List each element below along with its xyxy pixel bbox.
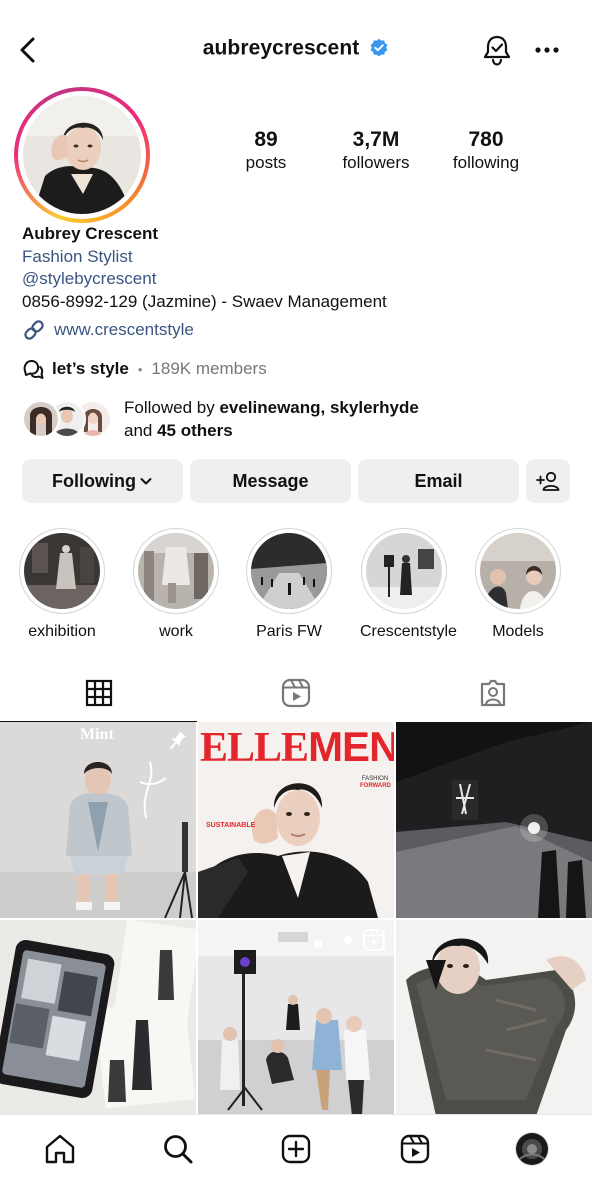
tab-reels[interactable] (197, 664, 394, 722)
post-overlay-text: Mint (80, 726, 114, 743)
magazine-badge-line2: FORWARD (360, 783, 391, 789)
link-icon (24, 320, 44, 340)
magazine-logo: ELLEMEN (200, 723, 394, 772)
message-button-label: Message (232, 470, 309, 491)
more-options-button[interactable] (533, 40, 563, 60)
highlight-label: work (159, 623, 193, 640)
nav-home[interactable] (40, 1129, 80, 1169)
posts-label: posts (245, 153, 287, 172)
magazine-badge-line1: FASHION (361, 776, 389, 782)
username-label: aubreycrescent (202, 36, 360, 60)
broadcast-channel[interactable]: let’s style • 189K members (22, 358, 267, 380)
story-highlight-exhibition[interactable]: exhibition (18, 528, 106, 641)
nav-reels[interactable] (395, 1129, 435, 1169)
home-icon (45, 1134, 75, 1164)
highlight-cover (138, 533, 214, 609)
separator-dot: • (137, 361, 143, 377)
followed-by-others: 45 others (157, 421, 233, 440)
reels-icon (400, 1134, 430, 1164)
chevron-down-icon (140, 478, 152, 485)
highlight-cover (251, 533, 327, 609)
post-thumbnail[interactable] (0, 920, 196, 1116)
story-highlight-models[interactable]: Models (474, 528, 562, 641)
email-button[interactable]: Email (358, 459, 519, 503)
plus-square-icon (281, 1134, 311, 1164)
bio-mention-link[interactable]: @stylebycrescent (22, 269, 156, 289)
mutual-followers[interactable]: Followed by evelinewang, skylerhyde and … (22, 396, 419, 442)
reel-indicator-icon (363, 929, 385, 951)
magazine-logo-men: MEN (308, 723, 394, 770)
email-button-label: Email (414, 470, 463, 491)
highlight-label: Models (492, 623, 544, 640)
profile-tabs (0, 664, 592, 722)
channel-members: 189K members (151, 359, 267, 378)
search-icon (164, 1135, 193, 1164)
profile-display-name: Aubrey Crescent (22, 224, 159, 243)
post-thumbnail[interactable] (396, 920, 592, 1116)
grid-icon (85, 679, 112, 707)
followers-label: followers (342, 153, 410, 172)
posts-stat[interactable]: 89 posts (211, 128, 321, 174)
posts-count: 89 (254, 128, 278, 151)
bell-icon (483, 35, 511, 66)
following-button[interactable]: Following (22, 459, 183, 503)
bottom-navigation (0, 1114, 592, 1201)
highlight-cover (366, 533, 442, 609)
channel-chat-icon (23, 360, 44, 379)
followed-by-and: and (124, 421, 158, 440)
profile-avatar-story-ring[interactable] (14, 87, 150, 223)
mutual-followers-text: Followed by evelinewang, skylerhyde and … (124, 396, 419, 442)
followers-stat[interactable]: 3,7M followers (321, 128, 431, 174)
following-label: following (452, 153, 520, 172)
following-count: 780 (468, 128, 504, 151)
website-link-text: www.crescentstyle (54, 320, 194, 339)
tagged-person-icon (480, 679, 505, 707)
highlight-label: Crescentstyle (360, 623, 457, 640)
bio-contact-text: 0856-8992-129 (Jazmine) - Swaev Manageme… (22, 292, 387, 311)
nav-search[interactable] (158, 1129, 198, 1169)
suggested-users-button[interactable] (526, 459, 570, 503)
followed-by-prefix: Followed by (124, 398, 220, 417)
nav-create[interactable] (276, 1129, 316, 1169)
highlight-cover (480, 533, 556, 609)
magazine-badge: FASHION FORWARD (360, 776, 391, 790)
story-highlight-paris-fw[interactable]: Paris FW (245, 528, 333, 641)
message-button[interactable]: Message (190, 459, 351, 503)
highlight-label: exhibition (28, 623, 96, 640)
post-thumbnail[interactable] (396, 722, 592, 918)
story-highlight-work[interactable]: work (132, 528, 220, 641)
profile-avatar (23, 96, 141, 214)
website-link[interactable]: www.crescentstyle (22, 318, 194, 342)
verified-badge-icon (370, 39, 388, 57)
profile-category: Fashion Stylist (22, 247, 133, 266)
profile-avatar-small (515, 1132, 549, 1166)
highlight-cover (24, 533, 100, 609)
more-horizontal-icon (535, 47, 559, 53)
highlight-label: Paris FW (256, 623, 322, 640)
pin-icon (169, 731, 186, 750)
magazine-logo-elle: ELLE (200, 725, 309, 771)
post-thumbnail[interactable]: ELLEMEN FASHION FORWARD SUSTAINABLE (198, 722, 394, 918)
posts-grid: Mint ELLEMEN FASHION FORWARD SUSTAINABLE (0, 722, 592, 1116)
story-highlight-crescentstyle[interactable]: Crescentstyle (360, 528, 457, 641)
following-stat[interactable]: 780 following (431, 128, 541, 174)
following-button-label: Following (52, 470, 136, 491)
channel-name: let’s style (52, 359, 129, 378)
reels-icon (281, 678, 310, 708)
post-thumbnail[interactable] (198, 920, 394, 1116)
add-person-icon (536, 471, 560, 491)
tab-tagged[interactable] (394, 664, 591, 722)
nav-profile[interactable] (512, 1129, 552, 1169)
magazine-cover-line: SUSTAINABLE (206, 822, 256, 829)
post-thumbnail[interactable]: Mint (0, 722, 196, 918)
tab-posts-grid[interactable] (0, 664, 197, 722)
followers-count: 3,7M (352, 128, 400, 151)
notifications-bell-button[interactable] (481, 34, 513, 68)
mutual-follower-avatar (22, 400, 60, 438)
followed-by-names: evelinewang, skylerhyde (219, 398, 419, 417)
